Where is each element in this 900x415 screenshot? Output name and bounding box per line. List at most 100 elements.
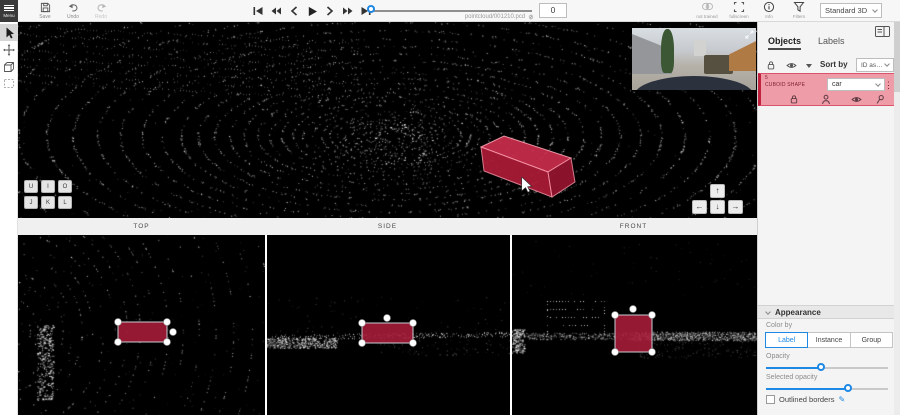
visibility-object-icon[interactable] — [851, 94, 862, 105]
appearance-title: Appearance — [775, 308, 821, 317]
redo-label: Redo — [95, 14, 107, 20]
frame-slider-handle[interactable] — [367, 5, 375, 13]
select-tool-button[interactable] — [0, 24, 18, 41]
playback-controls — [252, 0, 372, 22]
filter-funnel-icon — [793, 1, 805, 13]
play-button[interactable] — [306, 5, 318, 17]
region-select-tool-button[interactable] — [0, 75, 18, 92]
step-forward-button[interactable] — [324, 5, 336, 17]
hotkey-u[interactable]: U — [24, 180, 38, 193]
sidebar-scrollbar[interactable] — [894, 22, 900, 415]
link-icon — [527, 13, 535, 21]
cuboid-tool-button[interactable] — [0, 58, 18, 75]
chevron-down-icon — [875, 81, 881, 87]
camera-tree — [661, 29, 674, 73]
lock-object-icon[interactable] — [789, 94, 799, 105]
objects-filter-row: Sort by ID as… — [758, 58, 900, 74]
fast-forward-button[interactable] — [342, 5, 354, 17]
fast-rewind-button[interactable] — [270, 5, 282, 17]
panel-toggle-icon[interactable] — [875, 26, 890, 37]
visibility-filter-icon[interactable] — [786, 60, 797, 71]
pan-left-button[interactable]: ← — [692, 200, 707, 214]
side-view-label: SIDE — [265, 218, 510, 235]
color-by-label-button[interactable]: Label — [765, 332, 808, 348]
object-action-icons — [761, 93, 897, 106]
outlined-borders-checkbox[interactable] — [766, 395, 775, 404]
opacity-slider-knob[interactable] — [817, 363, 825, 371]
top-ortho-view[interactable] — [18, 235, 265, 415]
objects-panel: Objects Labels Sort by ID as… 5 CUBOID S… — [757, 22, 900, 415]
pan-down-button[interactable]: ↓ — [710, 200, 725, 214]
marquee-select-icon — [3, 78, 15, 89]
save-icon — [40, 2, 51, 13]
object-list-item-car[interactable]: 5 CUBOID SHAPE car ⋮ — [758, 73, 894, 106]
filters-button[interactable]: Filters — [786, 1, 812, 21]
hamburger-icon — [4, 4, 14, 13]
expand-all-caret-icon[interactable] — [806, 64, 812, 68]
cuboid-annotation-top[interactable] — [18, 235, 265, 415]
color-by-group-button[interactable]: Group — [850, 332, 893, 348]
frame-slider-track[interactable] — [372, 10, 532, 12]
side-ortho-view[interactable] — [267, 235, 510, 415]
menu-label: Menu — [3, 13, 14, 18]
tab-objects[interactable]: Objects — [768, 36, 801, 50]
selected-opacity-slider-knob[interactable] — [844, 384, 852, 392]
camera-image-preview[interactable] — [632, 28, 756, 90]
fullscreen-icon — [733, 1, 745, 13]
undo-button[interactable]: Undo — [60, 1, 86, 21]
expand-icon[interactable] — [745, 30, 754, 39]
selected-opacity-slider[interactable] — [766, 384, 888, 394]
hotkey-k[interactable]: K — [41, 196, 55, 209]
cursor-icon — [4, 27, 15, 39]
redo-button[interactable]: Redo — [88, 1, 114, 21]
pin-object-icon[interactable] — [875, 94, 885, 105]
chevron-down-icon — [765, 309, 771, 315]
step-back-button[interactable] — [288, 5, 300, 17]
move-tool-button[interactable] — [0, 41, 18, 58]
save-button[interactable]: Save — [32, 1, 58, 21]
color-by-instance-button[interactable]: Instance — [807, 332, 850, 348]
opacity-slider[interactable] — [766, 363, 888, 373]
brain-icon — [701, 1, 714, 13]
object-more-menu-icon[interactable]: ⋮ — [884, 81, 893, 90]
chevron-down-icon — [872, 7, 878, 13]
fullscreen-label: fullscreen — [729, 14, 748, 19]
cuboid-annotation-side[interactable] — [267, 235, 510, 415]
sort-order-dropdown[interactable]: ID as… — [856, 58, 894, 72]
model-status-button[interactable]: not trained — [694, 1, 720, 21]
hotkey-i[interactable]: I — [41, 180, 55, 193]
hotkey-l[interactable]: L — [58, 196, 72, 209]
camera-wall-right — [729, 41, 756, 71]
ortho-view-labels: TOP SIDE FRONT — [18, 218, 757, 235]
object-category-value: car — [832, 81, 842, 88]
sort-order-value: ID as… — [861, 62, 883, 69]
frame-number-input[interactable] — [539, 3, 567, 18]
undo-icon — [68, 2, 79, 13]
hotkey-j[interactable]: J — [24, 196, 38, 209]
skip-to-start-button[interactable] — [252, 5, 264, 17]
track-object-icon[interactable] — [821, 94, 831, 105]
info-button[interactable]: Info — [756, 1, 782, 21]
hotkey-o[interactable]: O — [58, 180, 72, 193]
pointcloud-3d-viewport[interactable]: U I O J K L ↑ ← ↓ → — [18, 22, 757, 218]
menu-button[interactable]: Menu — [0, 0, 18, 22]
sort-by-label: Sort by — [820, 60, 848, 69]
fullscreen-button[interactable]: fullscreen — [726, 1, 752, 21]
pan-up-button[interactable]: ↑ — [710, 184, 725, 198]
outlined-borders-row: Outlined borders ✎ — [766, 395, 845, 404]
color-by-options: Label Instance Group — [766, 332, 893, 348]
cuboid-annotation-front[interactable] — [512, 235, 757, 415]
edit-pencil-icon[interactable]: ✎ — [838, 395, 845, 404]
scrollbar-thumb[interactable] — [894, 22, 900, 92]
chevron-down-icon — [884, 61, 890, 67]
front-view-label: FRONT — [510, 218, 757, 235]
undo-label: Undo — [67, 14, 79, 20]
pan-right-button[interactable]: → — [728, 200, 743, 214]
selected-opacity-slider-fill — [766, 388, 848, 390]
front-ortho-view[interactable] — [512, 235, 757, 415]
appearance-section-header[interactable]: Appearance — [758, 305, 900, 319]
view-mode-dropdown[interactable]: Standard 3D — [820, 3, 882, 18]
lock-filter-icon[interactable] — [766, 60, 776, 71]
object-category-dropdown[interactable]: car — [827, 78, 885, 91]
tab-labels[interactable]: Labels — [818, 36, 845, 46]
